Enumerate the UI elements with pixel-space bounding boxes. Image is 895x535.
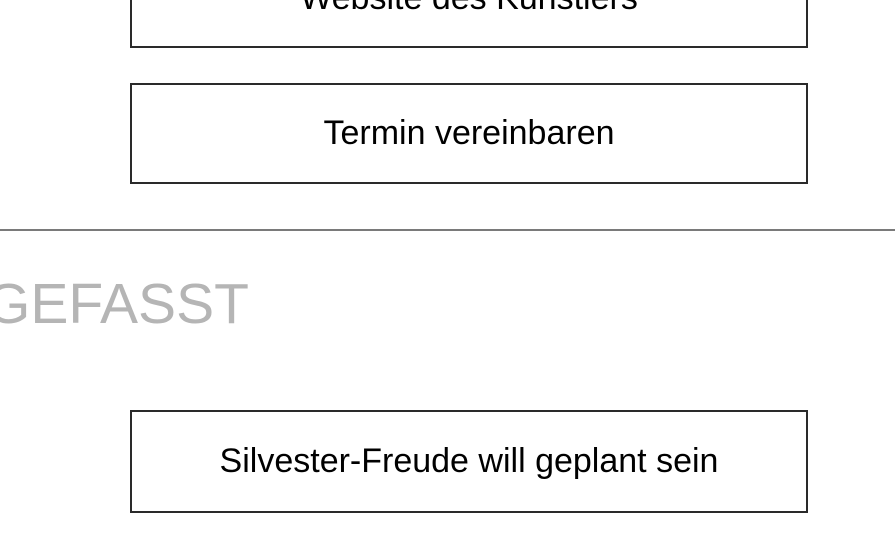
silvester-article-button[interactable]: Silvester-Freude will geplant sein	[130, 410, 808, 513]
make-appointment-button-label: Termin vereinbaren	[323, 114, 615, 152]
artist-website-button-label: Website des Künstlers	[300, 0, 638, 18]
section-heading: GEFASST	[0, 272, 249, 336]
silvester-article-button-label: Silvester-Freude will geplant sein	[219, 442, 719, 480]
section-divider	[0, 229, 895, 231]
make-appointment-button[interactable]: Termin vereinbaren	[130, 83, 808, 184]
artist-website-button[interactable]: Website des Künstlers	[130, 0, 808, 48]
